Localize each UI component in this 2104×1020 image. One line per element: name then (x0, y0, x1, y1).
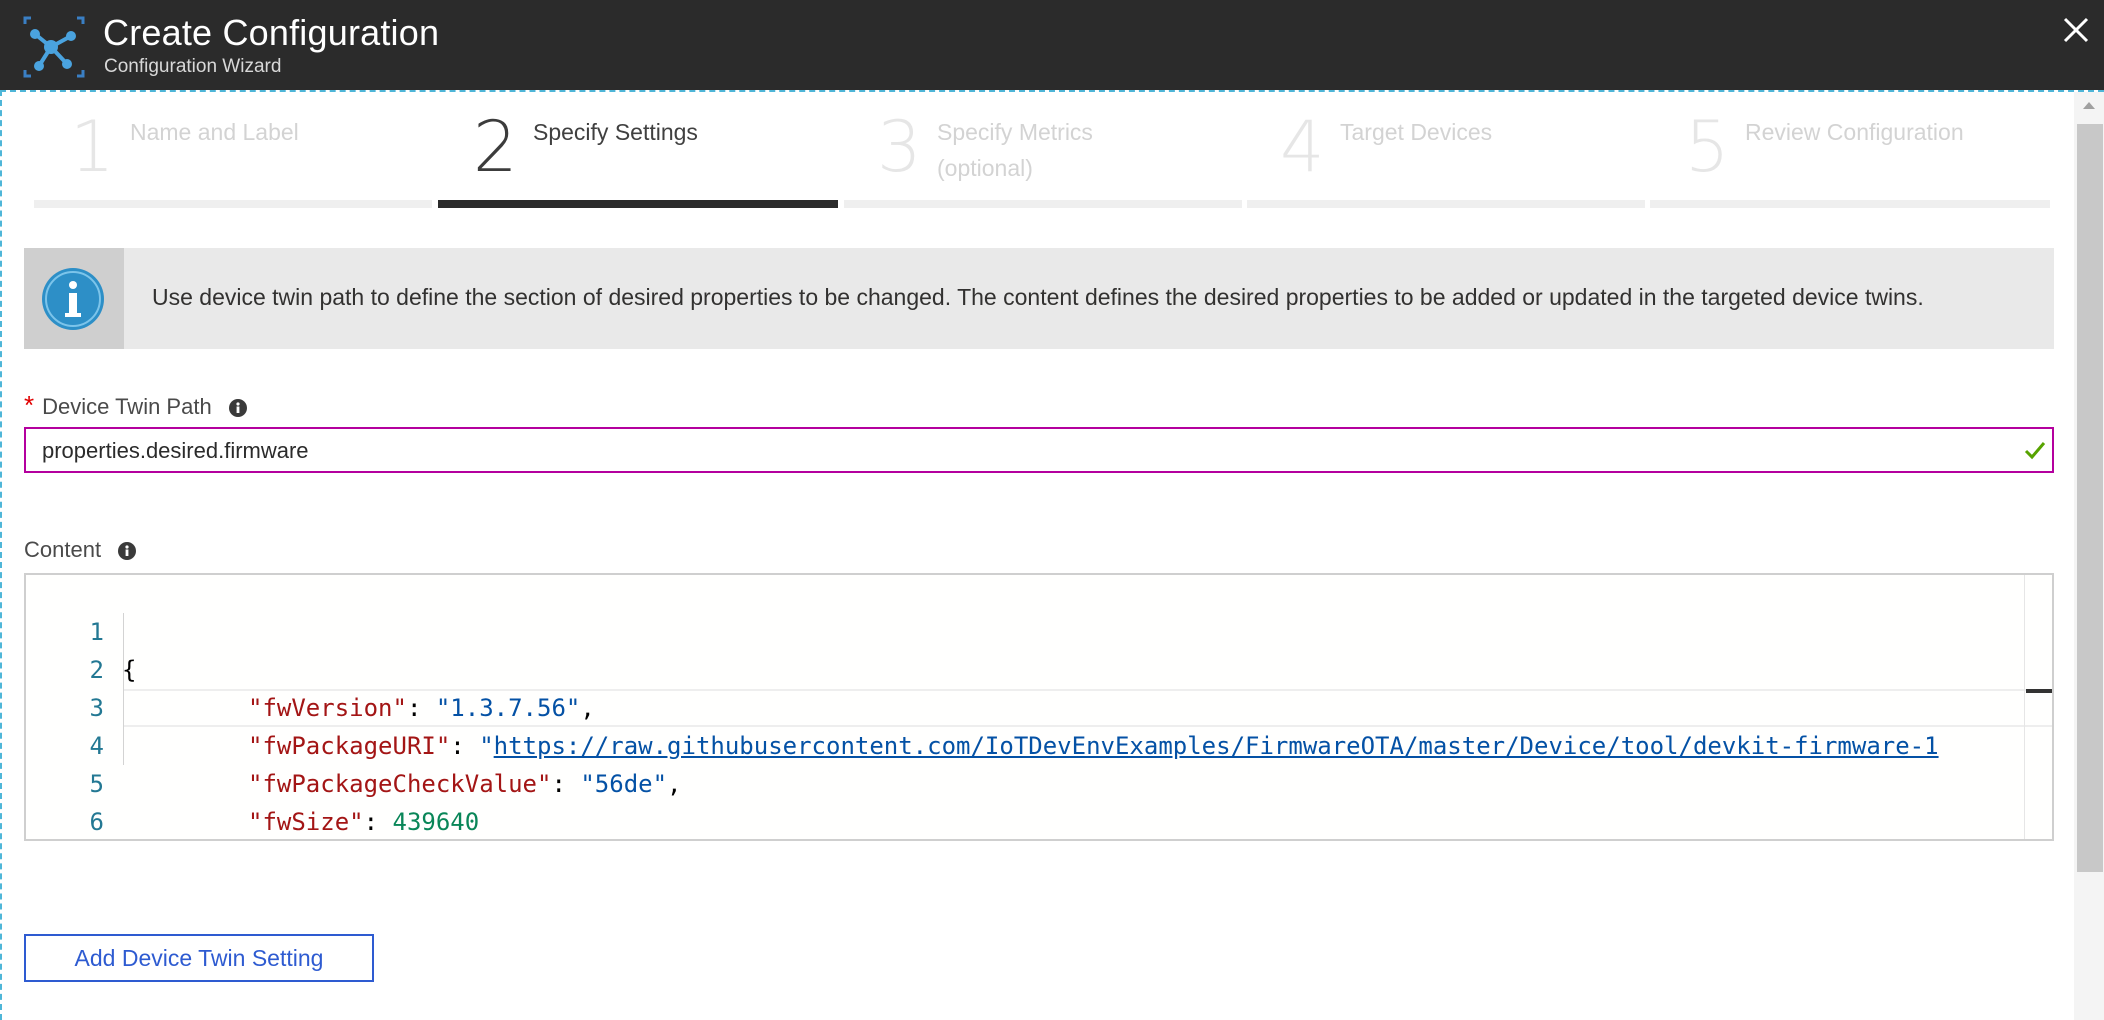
wizard-step-4[interactable]: 4 Target Devices (1280, 100, 1660, 210)
step-progress-bar (1247, 200, 1645, 208)
step-progress-bar (34, 200, 432, 208)
step-number: 3 (877, 106, 922, 188)
step-label: Specify Metrics (optional) (937, 119, 1093, 181)
editor-cursor-marker (2026, 689, 2052, 693)
device-twin-path-input[interactable] (42, 437, 2002, 465)
step-progress-bar (1650, 200, 2050, 208)
info-tooltip-icon[interactable] (117, 541, 137, 561)
valid-check-icon (2024, 442, 2046, 460)
wizard-step-2[interactable]: 2 Specify Settings (473, 100, 853, 210)
wizard-step-3[interactable]: 3 Specify Metrics (optional) (877, 100, 1257, 210)
step-number: 5 (1685, 106, 1730, 188)
blade-content (0, 90, 2104, 1020)
step-number: 2 (473, 106, 518, 188)
json-key: "fwSize" (248, 808, 364, 836)
step-number: 4 (1280, 106, 1325, 188)
device-twin-path-field[interactable] (24, 427, 2054, 473)
step-label: Name and Label (130, 119, 299, 145)
iot-hub-icon (23, 16, 85, 78)
editor-line[interactable]: 3 "fwPackageURI": "https://raw.githubuse… (26, 651, 2052, 760)
add-device-twin-setting-button[interactable]: Add Device Twin Setting (24, 934, 374, 982)
json-content-editor[interactable]: 1 { 2 "fwVersion": "1.3.7.56", 3 "fwPack… (24, 573, 2054, 841)
wizard-step-5[interactable]: 5 Review Configuration (1685, 100, 2065, 210)
device-twin-path-label: * Device Twin Path (24, 390, 248, 421)
wizard-step-1[interactable]: 1 Name and Label (70, 100, 450, 210)
step-number: 1 (70, 106, 115, 188)
content-label-text: Content (24, 537, 102, 562)
step-label: Review Configuration (1745, 119, 1964, 145)
content-label: Content (24, 537, 137, 563)
editor-scrollbar[interactable] (2024, 575, 2025, 839)
step-progress-bar (844, 200, 1242, 208)
info-icon (42, 268, 104, 330)
scrollbar-thumb[interactable] (2077, 124, 2103, 872)
editor-line[interactable]: 6 } (26, 765, 2052, 836)
device-twin-path-label-text: Device Twin Path (42, 394, 212, 419)
scroll-up-arrow-icon[interactable] (2074, 92, 2104, 118)
blade-header: Create Configuration Configuration Wizar… (0, 0, 2104, 90)
info-banner-text: Use device twin path to define the secti… (152, 284, 1924, 310)
info-tooltip-icon[interactable] (228, 398, 248, 418)
editor-line[interactable]: 1 { (26, 575, 2052, 684)
close-icon[interactable] (2060, 14, 2092, 46)
info-banner-icon-area (24, 248, 124, 349)
step-label: Specify Settings (533, 119, 698, 145)
line-number: 6 (89, 808, 104, 836)
editor-line[interactable]: 2 "fwVersion": "1.3.7.56", (26, 613, 2052, 722)
info-banner: Use device twin path to define the secti… (24, 248, 2054, 349)
editor-line[interactable]: 4 "fwPackageCheckValue": "56de", (26, 689, 2052, 798)
page-title: Create Configuration (103, 12, 440, 53)
page-subtitle: Configuration Wizard (104, 56, 282, 77)
json-value: 439640 (392, 808, 480, 836)
editor-line[interactable]: 5 "fwSize": 439640 (26, 727, 2052, 836)
step-progress-bar-active (438, 200, 838, 208)
required-marker: * (24, 390, 35, 420)
step-label: Target Devices (1340, 119, 1493, 145)
